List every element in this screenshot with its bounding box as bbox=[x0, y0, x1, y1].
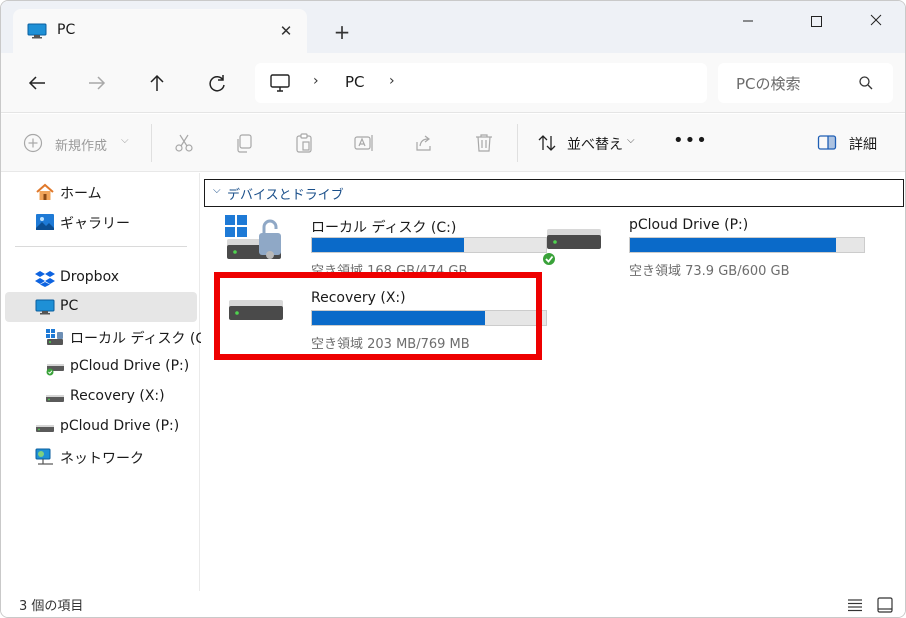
toolbar-divider bbox=[151, 124, 152, 162]
sort-arrows-icon bbox=[538, 135, 556, 151]
network-icon bbox=[35, 448, 53, 465]
home-icon bbox=[36, 183, 54, 200]
search-input[interactable]: PCの検索 bbox=[718, 63, 893, 103]
delete-icon[interactable] bbox=[473, 132, 495, 154]
pcloud-drive-icon bbox=[543, 229, 601, 265]
drive-usage-fill bbox=[312, 238, 465, 252]
sidebar-item-label: PC bbox=[60, 298, 79, 314]
search-icon[interactable] bbox=[858, 75, 874, 91]
address-row: › PC › PCの検索 bbox=[1, 53, 905, 113]
sidebar-item-label: ホーム bbox=[60, 186, 102, 202]
close-tab-icon[interactable]: ✕ bbox=[275, 20, 297, 42]
breadcrumb[interactable]: › PC › bbox=[255, 63, 707, 103]
sidebar-divider bbox=[15, 246, 187, 247]
local-disk-icon bbox=[225, 215, 281, 259]
drive-icon bbox=[46, 395, 64, 402]
drive-name: pCloud Drive (P:) bbox=[629, 217, 749, 233]
sidebar-item-label: ネットワーク bbox=[60, 451, 144, 467]
sidebar-item-label: Recovery (X:) bbox=[70, 388, 165, 404]
sidebar-item-label: pCloud Drive (P:) bbox=[70, 358, 190, 374]
chevron-down-icon[interactable]: ⌵ bbox=[213, 185, 221, 196]
sidebar-item-pcloud-drive-root[interactable]: pCloud Drive (P:) bbox=[5, 412, 197, 442]
drive-name: ローカル ディスク (C:) bbox=[311, 220, 457, 236]
content-pane: ⌵ デバイスとドライブ ローカル ディスク (C:) 空き領域 168 GB/4… bbox=[201, 173, 905, 591]
sidebar-item-label: pCloud Drive (P:) bbox=[60, 418, 180, 434]
breadcrumb-separator-icon[interactable]: › bbox=[389, 73, 395, 89]
breadcrumb-item-pc[interactable]: PC bbox=[345, 73, 365, 91]
tab-title: PC bbox=[57, 22, 76, 38]
copy-icon[interactable] bbox=[233, 132, 255, 154]
sidebar-item-label: ローカル ディスク (C:) bbox=[70, 331, 216, 347]
forward-arrow-icon[interactable] bbox=[83, 69, 111, 97]
status-bar: 3 個の項目 bbox=[1, 591, 905, 617]
pcloud-drive-icon bbox=[46, 364, 64, 376]
close-window-icon[interactable] bbox=[853, 7, 899, 35]
back-arrow-icon[interactable] bbox=[23, 69, 51, 97]
rename-icon[interactable] bbox=[353, 132, 375, 154]
group-header-devices[interactable]: ⌵ デバイスとドライブ bbox=[204, 179, 904, 207]
drive-usage-fill bbox=[630, 238, 836, 252]
paste-icon[interactable] bbox=[293, 132, 315, 154]
up-arrow-icon[interactable] bbox=[143, 69, 171, 97]
drive-tile-pcloud[interactable]: pCloud Drive (P:) 空き領域 73.9 GB/600 GB bbox=[543, 215, 865, 281]
new-button-label: 新規作成 bbox=[55, 139, 108, 154]
command-bar: 新規作成 ⌵ 並べ替え ⌵ ••• 詳細 bbox=[1, 114, 905, 172]
gallery-icon bbox=[36, 214, 54, 230]
pc-icon bbox=[27, 23, 47, 39]
more-options-icon[interactable]: ••• bbox=[673, 130, 707, 154]
sidebar-item-network[interactable]: ネットワーク bbox=[5, 442, 197, 472]
sort-button-label: 並べ替え bbox=[567, 137, 623, 153]
pc-icon bbox=[35, 299, 55, 315]
tab-pc[interactable]: PC ✕ bbox=[13, 9, 307, 53]
highlight-box bbox=[214, 272, 542, 360]
sidebar-item-pcloud-drive[interactable]: pCloud Drive (P:) bbox=[5, 352, 197, 382]
local-disk-icon bbox=[46, 329, 63, 345]
sidebar-item-pc[interactable]: PC bbox=[5, 292, 197, 322]
sidebar-item-home[interactable]: ホーム bbox=[5, 177, 197, 207]
details-view-icon[interactable] bbox=[845, 595, 865, 615]
drive-usage-bar bbox=[311, 237, 547, 253]
chevron-down-icon: ⌵ bbox=[121, 135, 129, 146]
details-pane-icon bbox=[817, 135, 837, 150]
sidebar-item-recovery[interactable]: Recovery (X:) bbox=[5, 382, 197, 412]
group-title: デバイスとドライブ bbox=[227, 188, 344, 203]
sidebar-item-dropbox[interactable]: Dropbox bbox=[5, 263, 197, 293]
item-count: 3 個の項目 bbox=[19, 599, 84, 614]
new-tab-button[interactable]: + bbox=[329, 19, 355, 45]
sidebar-item-local-disk[interactable]: ローカル ディスク (C:) bbox=[5, 322, 215, 352]
search-placeholder: PCの検索 bbox=[736, 75, 801, 93]
refresh-icon[interactable] bbox=[203, 69, 231, 97]
file-explorer-window: PC ✕ + › PC › PCの検索 新規作成 ⌵ 並べ替え ⌵ ••• 詳細… bbox=[0, 0, 906, 618]
sidebar-item-gallery[interactable]: ギャラリー bbox=[5, 207, 197, 237]
cut-icon[interactable] bbox=[173, 132, 195, 154]
drive-icon bbox=[36, 425, 54, 432]
details-button-label: 詳細 bbox=[849, 137, 877, 153]
large-icons-view-icon[interactable] bbox=[875, 595, 895, 615]
breadcrumb-separator-icon[interactable]: › bbox=[313, 73, 319, 89]
dropbox-icon bbox=[35, 271, 55, 287]
sidebar-item-label: ギャラリー bbox=[60, 216, 130, 232]
title-bar: PC ✕ + bbox=[1, 1, 905, 53]
drive-free-space: 空き領域 73.9 GB/600 GB bbox=[629, 264, 790, 279]
minimize-icon[interactable] bbox=[725, 7, 771, 35]
drive-usage-bar bbox=[629, 237, 865, 253]
share-icon[interactable] bbox=[413, 132, 435, 154]
plus-circle-icon bbox=[23, 133, 43, 153]
maximize-icon[interactable] bbox=[793, 7, 839, 35]
sidebar-item-label: Dropbox bbox=[60, 269, 119, 285]
chevron-down-icon: ⌵ bbox=[627, 135, 635, 146]
monitor-icon bbox=[270, 74, 290, 92]
navigation-pane: ホーム ギャラリー Dropbox PC ローカル ディスク (C:) pClo… bbox=[1, 173, 215, 591]
toolbar-divider bbox=[517, 124, 518, 162]
